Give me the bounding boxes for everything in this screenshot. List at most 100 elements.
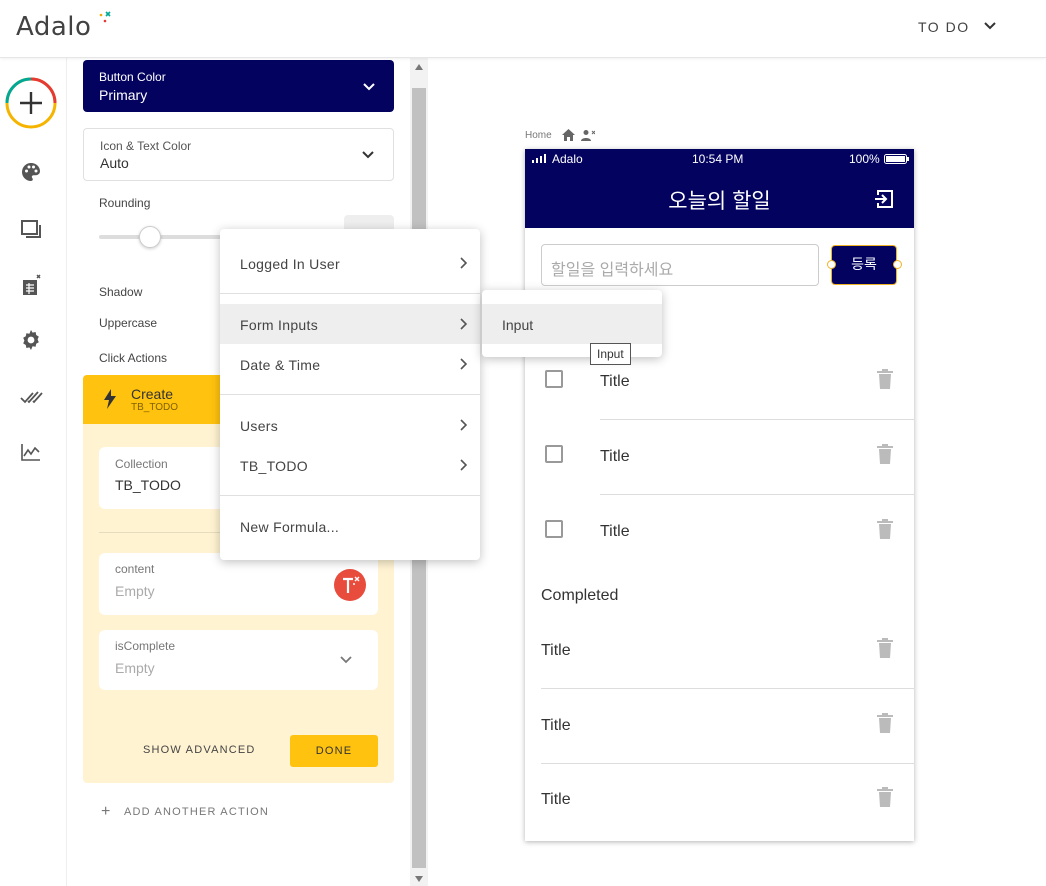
rounding-slider-track[interactable] bbox=[99, 235, 229, 239]
app-switcher-title[interactable]: TO DO bbox=[918, 19, 970, 35]
branding-palette-icon[interactable] bbox=[19, 160, 43, 184]
battery-percent: 100% bbox=[849, 152, 880, 166]
form-inputs-submenu: Input bbox=[482, 290, 662, 357]
trash-icon[interactable] bbox=[876, 638, 894, 658]
lightning-icon bbox=[104, 389, 116, 409]
chevron-right-icon bbox=[460, 419, 468, 431]
resize-handle-right[interactable] bbox=[893, 260, 902, 269]
trash-icon[interactable] bbox=[876, 787, 894, 807]
iscomplete-dropdown[interactable]: isComplete Empty bbox=[99, 630, 378, 690]
divider bbox=[99, 532, 220, 533]
chevron-down-icon bbox=[362, 151, 374, 159]
completed-list-item[interactable]: Title bbox=[525, 614, 914, 689]
scroll-up-arrow-icon[interactable] bbox=[415, 64, 423, 70]
menu-item-logged-in-user[interactable]: Logged In User bbox=[220, 243, 480, 283]
todo-title: Title bbox=[600, 373, 630, 390]
database-icon[interactable] bbox=[19, 273, 43, 297]
add-component-icon[interactable] bbox=[5, 77, 57, 129]
completed-title: Title bbox=[541, 642, 571, 659]
carrier-label: Adalo bbox=[552, 152, 583, 166]
tooltip: Input bbox=[590, 343, 631, 365]
user-access-icon bbox=[581, 130, 595, 141]
menu-divider bbox=[220, 293, 480, 294]
iscomplete-value: Empty bbox=[115, 660, 155, 676]
action-title: Create bbox=[131, 386, 174, 402]
analytics-icon[interactable] bbox=[19, 440, 43, 464]
sparkle-icon bbox=[99, 11, 111, 23]
iscomplete-label: isComplete bbox=[115, 639, 176, 653]
menu-item-users[interactable]: Users bbox=[220, 405, 480, 445]
menu-item-new-formula[interactable]: New Formula... bbox=[220, 506, 480, 546]
icon-text-color-label: Icon & Text Color bbox=[100, 139, 192, 153]
show-advanced-button[interactable]: SHOW ADVANCED bbox=[143, 744, 256, 756]
todo-text-input[interactable]: 할일을 입력하세요 bbox=[541, 244, 819, 286]
done-button[interactable]: DONE bbox=[290, 735, 378, 767]
battery-icon bbox=[884, 154, 909, 164]
publish-check-icon[interactable] bbox=[19, 385, 43, 409]
completed-list-item[interactable]: Title bbox=[525, 689, 914, 764]
signal-icon bbox=[532, 154, 546, 163]
app-bar: 오늘의 할일 bbox=[525, 169, 914, 228]
menu-item-form-inputs[interactable]: Form Inputs bbox=[220, 304, 480, 344]
completed-section-title: Completed bbox=[541, 587, 619, 604]
todo-list-item[interactable]: Title bbox=[525, 420, 914, 495]
todo-input-placeholder: 할일을 입력하세요 bbox=[551, 262, 674, 279]
screens-icon[interactable] bbox=[19, 217, 43, 241]
adalo-logo[interactable]: Adalo bbox=[16, 12, 91, 42]
click-actions-label: Click Actions bbox=[99, 351, 168, 365]
todo-title: Title bbox=[600, 448, 630, 465]
todo-checkbox[interactable] bbox=[545, 445, 563, 463]
logout-icon[interactable] bbox=[874, 188, 896, 210]
settings-icon[interactable] bbox=[19, 328, 43, 352]
trash-icon[interactable] bbox=[876, 519, 894, 539]
screen-breadcrumb[interactable]: Home bbox=[525, 129, 595, 141]
todo-list-item[interactable]: Title bbox=[525, 495, 914, 570]
chevron-down-icon bbox=[340, 656, 352, 664]
collection-value: TB_TODO bbox=[115, 477, 181, 493]
home-icon bbox=[562, 129, 575, 141]
submenu-item-input[interactable]: Input bbox=[482, 304, 662, 344]
todo-checkbox[interactable] bbox=[545, 520, 563, 538]
content-label: content bbox=[115, 562, 155, 576]
button-color-value: Primary bbox=[99, 87, 148, 103]
uppercase-label: Uppercase bbox=[99, 316, 158, 330]
menu-item-tb-todo[interactable]: TB_TODO bbox=[220, 445, 480, 485]
rounding-slider-handle[interactable] bbox=[139, 226, 161, 248]
chevron-right-icon bbox=[460, 459, 468, 471]
trash-icon[interactable] bbox=[876, 369, 894, 389]
trash-icon[interactable] bbox=[876, 713, 894, 733]
content-field[interactable]: content Empty bbox=[99, 553, 378, 615]
register-button[interactable]: 등록 bbox=[831, 245, 897, 285]
trash-icon[interactable] bbox=[876, 444, 894, 464]
icon-text-color-dropdown[interactable]: Icon & Text Color Auto bbox=[83, 128, 394, 181]
button-color-dropdown[interactable]: Button Color Primary bbox=[83, 60, 394, 112]
status-bar: Adalo 10:54 PM 100% bbox=[525, 149, 914, 169]
menu-divider bbox=[220, 495, 480, 496]
screen-name: Home bbox=[525, 130, 552, 141]
todo-title: Title bbox=[600, 523, 630, 540]
icon-text-color-value: Auto bbox=[100, 155, 129, 171]
resize-handle-left[interactable] bbox=[827, 260, 836, 269]
collection-label: Collection bbox=[115, 457, 168, 471]
plus-icon: + bbox=[101, 803, 111, 820]
completed-list-item[interactable]: Title bbox=[525, 763, 914, 838]
completed-title: Title bbox=[541, 791, 571, 808]
phone-screen: Adalo 10:54 PM 100% 오늘의 할일 할일을 입력하세요 등록 … bbox=[525, 149, 914, 841]
menu-item-date-time[interactable]: Date & Time bbox=[220, 344, 480, 384]
chevron-right-icon bbox=[460, 257, 468, 269]
shadow-label: Shadow bbox=[99, 285, 143, 299]
screen-title: 오늘의 할일 bbox=[668, 190, 771, 213]
add-another-action-button[interactable]: ADD ANOTHER ACTION bbox=[124, 806, 269, 818]
menu-divider bbox=[220, 394, 480, 395]
magic-text-menu: Logged In User Form Inputs Date & Time U… bbox=[220, 229, 480, 560]
status-time: 10:54 PM bbox=[692, 152, 744, 166]
completed-title: Title bbox=[541, 717, 571, 734]
rounding-label: Rounding bbox=[99, 196, 151, 210]
content-value: Empty bbox=[115, 583, 155, 599]
magic-text-icon[interactable] bbox=[334, 569, 366, 601]
chevron-down-icon[interactable] bbox=[982, 18, 998, 34]
todo-checkbox[interactable] bbox=[545, 370, 563, 388]
scroll-down-arrow-icon[interactable] bbox=[415, 876, 423, 882]
action-subtitle: TB_TODO bbox=[131, 402, 179, 413]
chevron-down-icon bbox=[363, 83, 375, 91]
